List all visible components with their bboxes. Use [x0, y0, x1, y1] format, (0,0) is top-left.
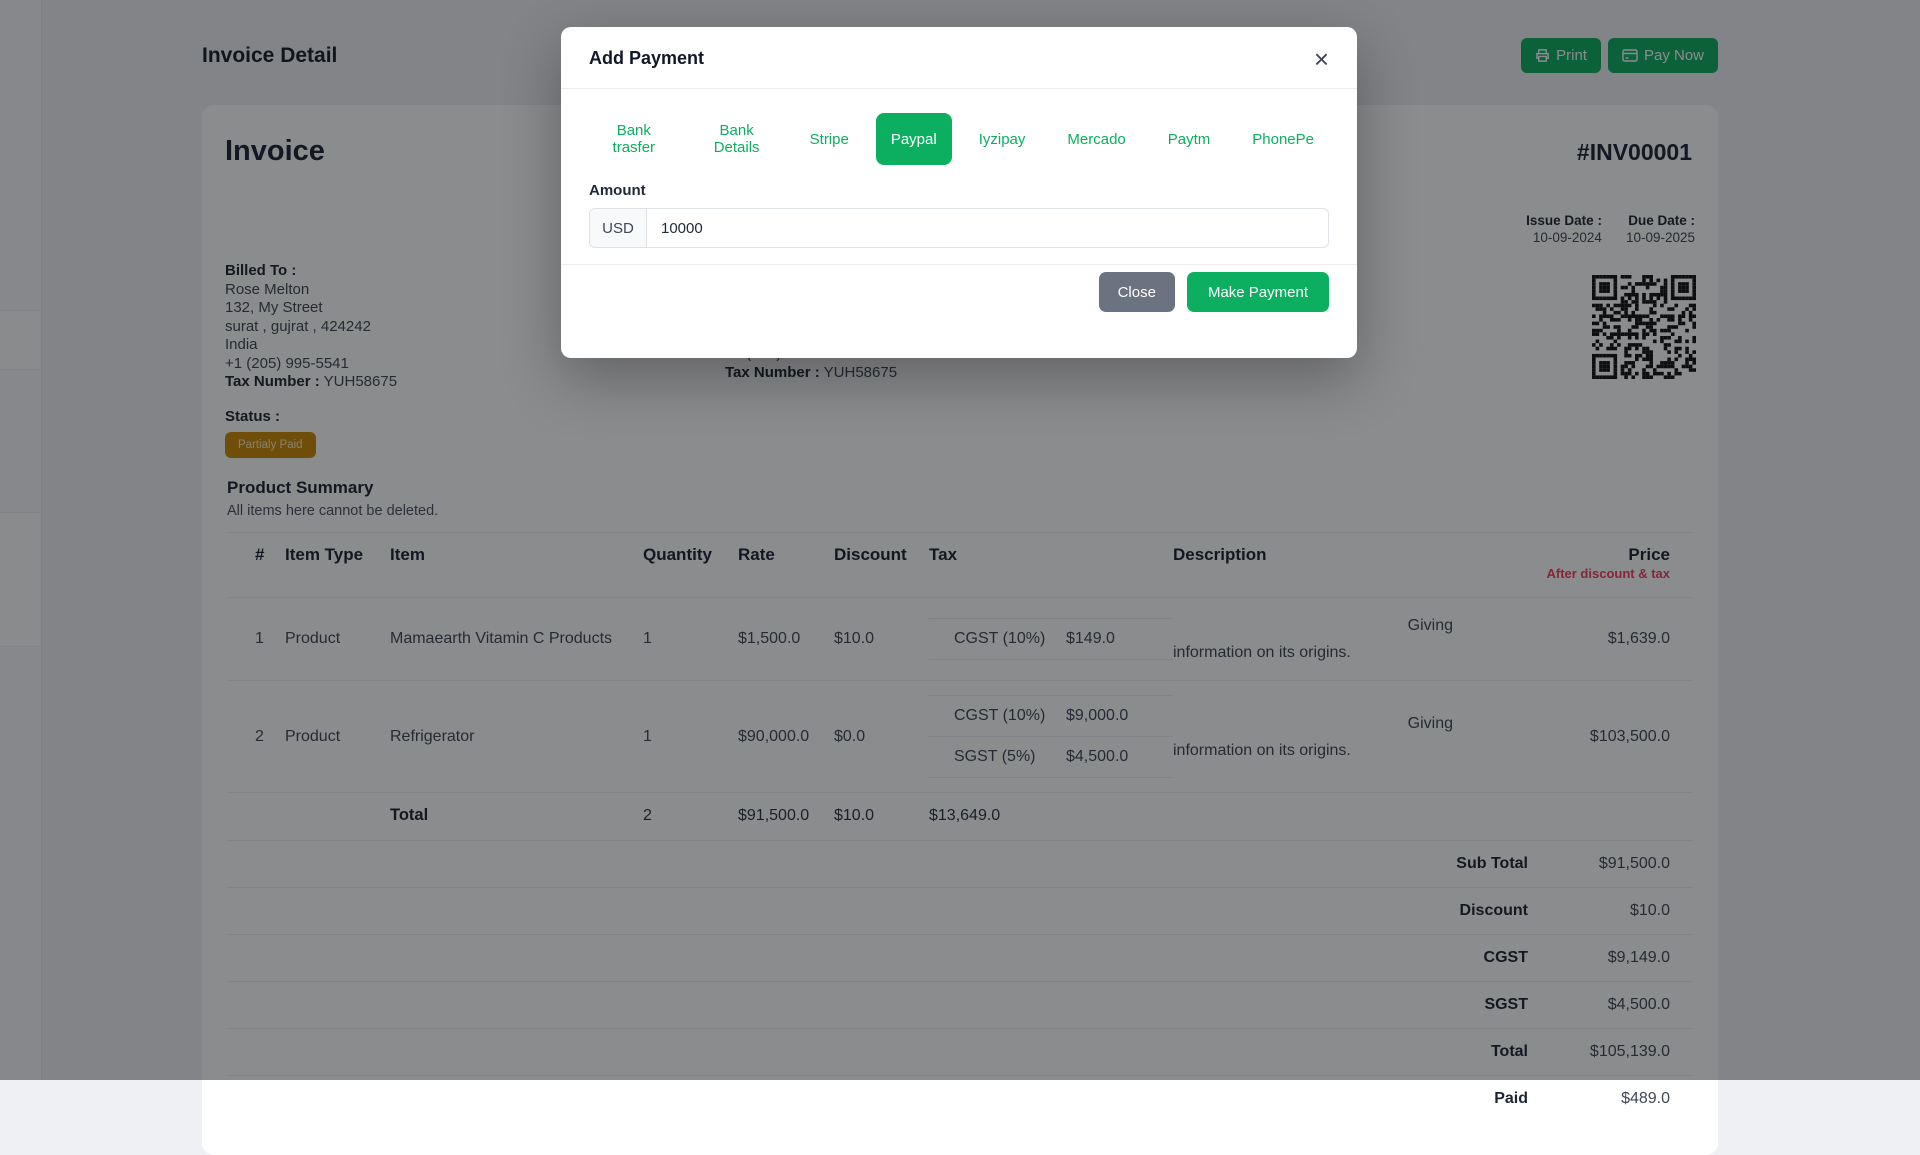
add-payment-modal: Add Payment × Bank trasfer Bank Details … [561, 27, 1357, 358]
make-payment-button[interactable]: Make Payment [1186, 272, 1329, 312]
modal-body: Bank trasfer Bank Details Stripe Paypal … [561, 89, 1357, 264]
modal-header: Add Payment × [561, 27, 1357, 89]
payment-method-tabs: Bank trasfer Bank Details Stripe Paypal … [589, 113, 1329, 165]
modal-footer: Close Make Payment [561, 264, 1357, 358]
tab-paytm[interactable]: Paytm [1153, 113, 1226, 165]
close-icon[interactable]: × [1314, 46, 1329, 72]
tab-phonepe[interactable]: PhonePe [1237, 113, 1329, 165]
tab-mercado[interactable]: Mercado [1052, 113, 1140, 165]
amount-label: Amount [589, 182, 646, 199]
tab-paypal[interactable]: Paypal [875, 113, 952, 165]
tab-bank-details[interactable]: Bank Details [691, 113, 783, 165]
currency-addon: USD [589, 208, 646, 248]
amount-input-group: USD [589, 208, 1329, 248]
summary-row: Paid $489.0 [227, 1075, 1693, 1122]
close-button[interactable]: Close [1098, 272, 1175, 312]
modal-title: Add Payment [589, 48, 705, 68]
tab-stripe[interactable]: Stripe [795, 113, 864, 165]
amount-input[interactable] [646, 208, 1329, 248]
tab-bank-transfer[interactable]: Bank trasfer [589, 113, 679, 165]
tab-iyzipay[interactable]: Iyzipay [964, 113, 1041, 165]
